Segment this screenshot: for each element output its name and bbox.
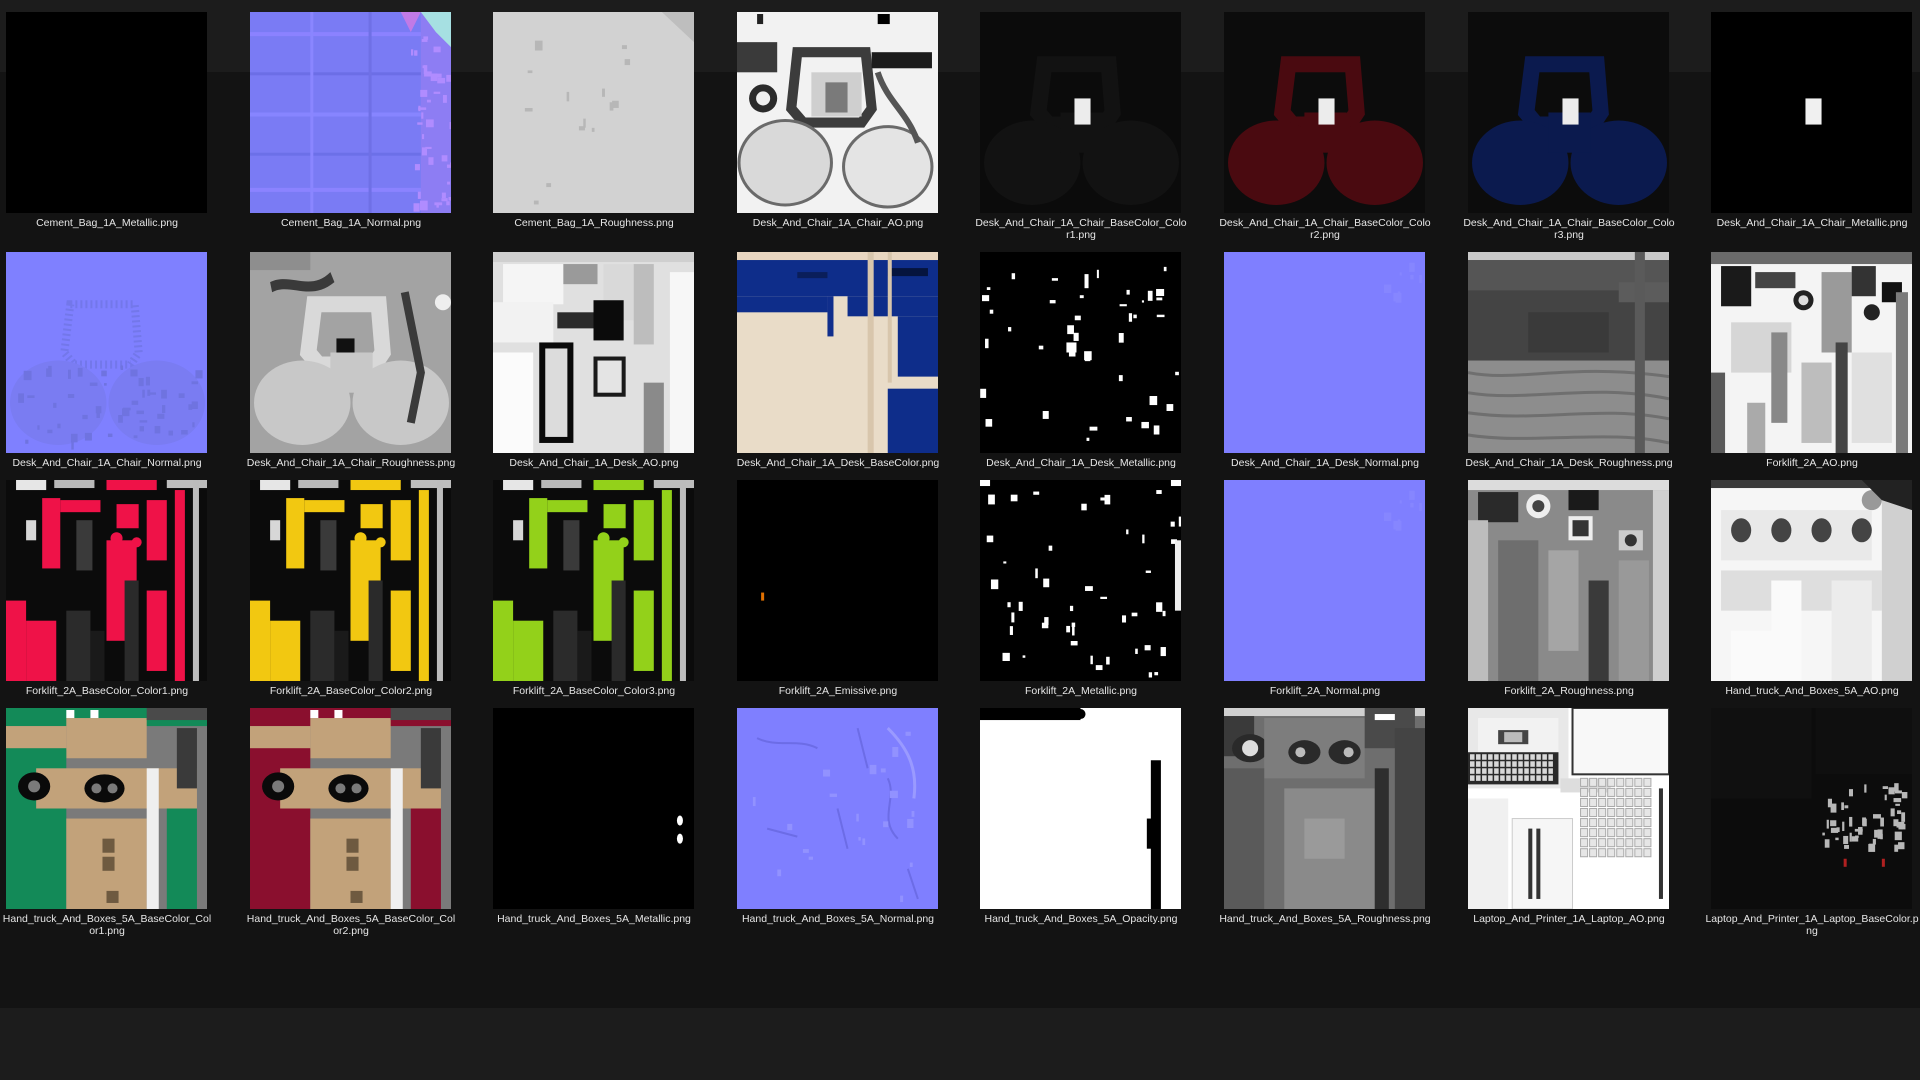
texture-preview-image [1468,12,1669,213]
file-name-label: Forklift_2A_AO.png [1766,457,1858,469]
file-name-label: Desk_And_Chair_1A_Chair_BaseColor_Color3… [1463,217,1675,241]
texture-preview-image [1711,480,1912,681]
file-name-label: Desk_And_Chair_1A_Chair_Roughness.png [246,457,456,469]
texture-preview-graphic [1711,708,1912,909]
texture-preview-graphic [1224,252,1425,453]
texture-preview-image [1224,252,1425,453]
file-name-label: Hand_truck_And_Boxes_5A_Metallic.png [497,913,691,925]
texture-preview-graphic [1468,12,1669,213]
texture-preview-image [1224,708,1425,909]
texture-preview-image [493,708,694,909]
texture-preview-graphic [6,12,207,213]
texture-preview-image [493,12,694,213]
file-name-label: Desk_And_Chair_1A_Desk_BaseColor.png [736,457,940,469]
texture-preview-image [1468,708,1669,909]
texture-preview-graphic [250,12,451,213]
file-name-label: Desk_And_Chair_1A_Desk_Metallic.png [986,457,1176,469]
texture-preview-graphic [6,480,207,681]
texture-preview-graphic [6,708,207,909]
file-name-label: Forklift_2A_Normal.png [1269,685,1381,697]
file-name-label: Desk_And_Chair_1A_Desk_Roughness.png [1465,457,1673,469]
file-name-label: Cement_Bag_1A_Normal.png [280,217,422,229]
texture-preview-image [737,252,938,453]
file-name-label: Desk_And_Chair_1A_Chair_Normal.png [12,457,202,469]
texture-preview-graphic [980,12,1181,213]
texture-preview-graphic [250,252,451,453]
file-name-label: Hand_truck_And_Boxes_5A_BaseColor_Color2… [246,913,456,937]
file-name-label: Desk_And_Chair_1A_Desk_AO.png [509,457,679,469]
file-name-label: Cement_Bag_1A_Roughness.png [514,217,674,229]
file-name-label: Laptop_And_Printer_1A_Laptop_AO.png [1473,913,1665,925]
texture-preview-graphic [980,708,1181,909]
texture-preview-graphic [6,252,207,453]
file-name-label: Hand_truck_And_Boxes_5A_Opacity.png [984,913,1178,925]
file-name-label: Desk_And_Chair_1A_Chair_BaseColor_Color1… [975,217,1187,241]
texture-preview-image [6,708,207,909]
texture-preview-graphic [1224,480,1425,681]
texture-preview-graphic [980,252,1181,453]
texture-preview-image [6,480,207,681]
texture-preview-graphic [1711,252,1912,453]
file-name-label: Desk_And_Chair_1A_Chair_AO.png [752,217,924,229]
texture-preview-image [250,12,451,213]
texture-preview-graphic [1468,252,1669,453]
texture-preview-graphic [250,708,451,909]
texture-preview-graphic [980,480,1181,681]
texture-preview-graphic [250,480,451,681]
texture-preview-image [1468,480,1669,681]
texture-preview-image [737,12,938,213]
texture-preview-image [980,252,1181,453]
bottom-bar [0,1008,1920,1080]
texture-preview-image [1468,252,1669,453]
texture-preview-image [980,708,1181,909]
texture-preview-graphic [737,480,938,681]
texture-preview-graphic [737,252,938,453]
texture-preview-graphic [493,480,694,681]
texture-preview-image [980,480,1181,681]
texture-preview-graphic [493,12,694,213]
texture-preview-image [6,252,207,453]
texture-preview-image [6,12,207,213]
thumbnail-grid: Cement_Bag_1A_Metallic.png Cement_Bag_1A_… [0,12,1920,1008]
texture-preview-image [737,480,938,681]
texture-preview-image [493,480,694,681]
texture-preview-image [250,708,451,909]
texture-preview-image [1711,12,1912,213]
file-name-label: Desk_And_Chair_1A_Chair_BaseColor_Color2… [1219,217,1431,241]
texture-preview-graphic [1468,480,1669,681]
texture-preview-image [1711,252,1912,453]
texture-preview-graphic [1468,708,1669,909]
file-name-label: Forklift_2A_BaseColor_Color1.png [25,685,189,697]
texture-preview-graphic [493,708,694,909]
file-name-label: Forklift_2A_Roughness.png [1504,685,1634,697]
texture-preview-graphic [493,252,694,453]
file-name-label: Hand_truck_And_Boxes_5A_Roughness.png [1219,913,1431,925]
file-name-label: Laptop_And_Printer_1A_Laptop_BaseColor.p… [1705,913,1919,937]
texture-preview-graphic [1711,12,1912,213]
texture-preview-image [493,252,694,453]
texture-preview-image [250,252,451,453]
file-name-label: Cement_Bag_1A_Metallic.png [36,217,178,229]
file-name-label: Hand_truck_And_Boxes_5A_BaseColor_Color1… [2,913,212,937]
texture-preview-image [1711,708,1912,909]
texture-preview-graphic [737,12,938,213]
file-thumbnail-panel[interactable]: Cement_Bag_1A_Metallic.png Cement_Bag_1A_… [0,12,1920,1008]
file-name-label: Forklift_2A_Metallic.png [1024,685,1138,697]
file-name-label: Hand_truck_And_Boxes_5A_AO.png [1725,685,1899,697]
texture-preview-graphic [1224,708,1425,909]
file-name-label: Forklift_2A_BaseColor_Color3.png [512,685,676,697]
texture-preview-image [980,12,1181,213]
texture-preview-image [737,708,938,909]
file-name-label: Forklift_2A_Emissive.png [778,685,898,697]
file-name-label: Desk_And_Chair_1A_Desk_Normal.png [1231,457,1419,469]
texture-preview-graphic [737,708,938,909]
file-name-label: Desk_And_Chair_1A_Chair_Metallic.png [1716,217,1908,229]
texture-preview-graphic [1224,12,1425,213]
texture-preview-image [1224,480,1425,681]
file-name-label: Hand_truck_And_Boxes_5A_Normal.png [741,913,935,925]
texture-preview-graphic [1711,480,1912,681]
texture-preview-image [1224,12,1425,213]
file-name-label: Forklift_2A_BaseColor_Color2.png [269,685,433,697]
texture-preview-image [250,480,451,681]
